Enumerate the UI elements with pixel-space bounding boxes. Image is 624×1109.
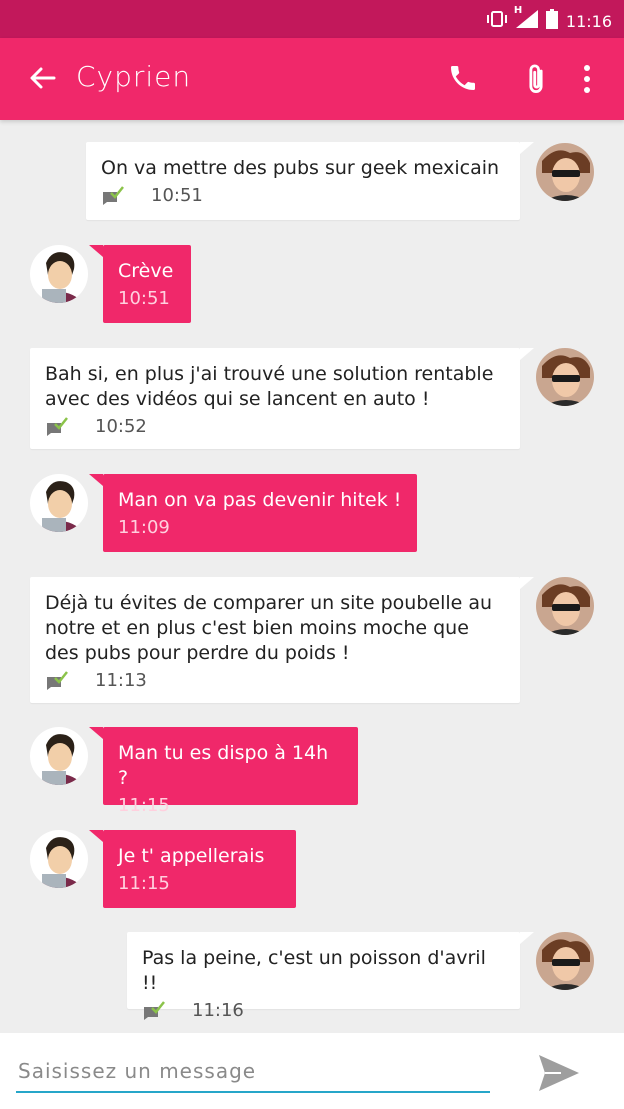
message-text: Crève — [118, 260, 174, 282]
overflow-menu-icon[interactable] — [575, 62, 599, 96]
message-composer — [0, 1033, 624, 1109]
message-bubble[interactable]: Bah si, en plus j'ai trouvé une solution… — [30, 348, 520, 449]
avatar-contact[interactable] — [536, 577, 594, 635]
attachment-icon[interactable] — [520, 62, 552, 96]
status-bar: H 11:16 — [0, 0, 624, 38]
message-text: Man tu es dispo à 14h ? — [118, 742, 329, 789]
message-time-label: 10:51 — [118, 288, 170, 309]
avatar-self[interactable] — [30, 474, 88, 532]
back-arrow-icon[interactable] — [28, 64, 56, 92]
avatar-contact[interactable] — [536, 348, 594, 406]
message-text: Je t' appellerais — [118, 845, 265, 867]
message-input[interactable] — [16, 1051, 490, 1093]
message-time: 11:13 — [45, 670, 505, 691]
message-time-label: 11:13 — [95, 670, 147, 691]
avatar-contact[interactable] — [536, 143, 594, 201]
message-text: Déjà tu évites de comparer un site poube… — [45, 592, 493, 664]
message-time-label: 11:16 — [192, 1000, 244, 1021]
message-time-label: 11:15 — [118, 795, 170, 816]
send-icon[interactable] — [535, 1051, 583, 1095]
message-bubble[interactable]: Déjà tu évites de comparer un site poube… — [30, 577, 520, 703]
avatar-self[interactable] — [30, 830, 88, 888]
message-text: On va mettre des pubs sur geek mexicain — [101, 157, 500, 179]
message-time-label: 10:51 — [151, 185, 203, 206]
message-text: Bah si, en plus j'ai trouvé une solution… — [45, 363, 494, 410]
bubble-tail — [520, 348, 534, 360]
message-bubble[interactable]: Man on va pas devenir hitek ! 11:09 — [103, 474, 417, 552]
message-time: 10:51 — [101, 185, 505, 206]
delivered-icon — [45, 671, 69, 691]
bubble-tail — [89, 245, 103, 257]
signal-icon: H — [514, 5, 538, 32]
conversation-title: Cyprien — [76, 60, 192, 93]
message-bubble[interactable]: Man tu es dispo à 14h ? 11:15 — [103, 727, 358, 816]
message-bubble[interactable]: Pas la peine, c'est un poisson d'avril !… — [127, 932, 520, 1021]
message-time-label: 11:15 — [118, 873, 170, 894]
phone-icon[interactable] — [447, 62, 479, 96]
bubble-tail — [520, 932, 534, 944]
message-time-label: 10:52 — [95, 416, 147, 437]
message-time: 10:52 — [45, 416, 505, 437]
message-bubble[interactable]: Je t' appellerais 11:15 — [103, 830, 296, 908]
app-bar: Cyprien — [0, 38, 624, 120]
message-bubble[interactable]: Crève 10:51 — [103, 245, 191, 323]
battery-icon — [545, 9, 558, 33]
bubble-tail — [89, 727, 103, 739]
message-time-label: 11:09 — [118, 517, 170, 538]
delivered-icon — [101, 186, 125, 206]
message-text: Man on va pas devenir hitek ! — [118, 489, 402, 511]
delivered-icon — [142, 1001, 166, 1021]
status-time: 11:16 — [565, 11, 612, 31]
bubble-tail — [89, 830, 103, 842]
avatar-self[interactable] — [30, 727, 88, 785]
bubble-tail — [520, 577, 534, 589]
avatar-self[interactable] — [30, 245, 88, 303]
message-bubble[interactable]: On va mettre des pubs sur geek mexicain … — [86, 142, 520, 220]
network-type-label: H — [513, 5, 523, 16]
bubble-tail — [89, 474, 103, 486]
bubble-tail — [520, 142, 534, 154]
avatar-contact[interactable] — [536, 932, 594, 990]
status-icons: H 11:16 — [486, 5, 612, 33]
message-time: 11:16 — [142, 1000, 505, 1021]
message-text: Pas la peine, c'est un poisson d'avril !… — [142, 947, 486, 994]
vibrate-icon — [486, 11, 508, 31]
delivered-icon — [45, 417, 69, 437]
